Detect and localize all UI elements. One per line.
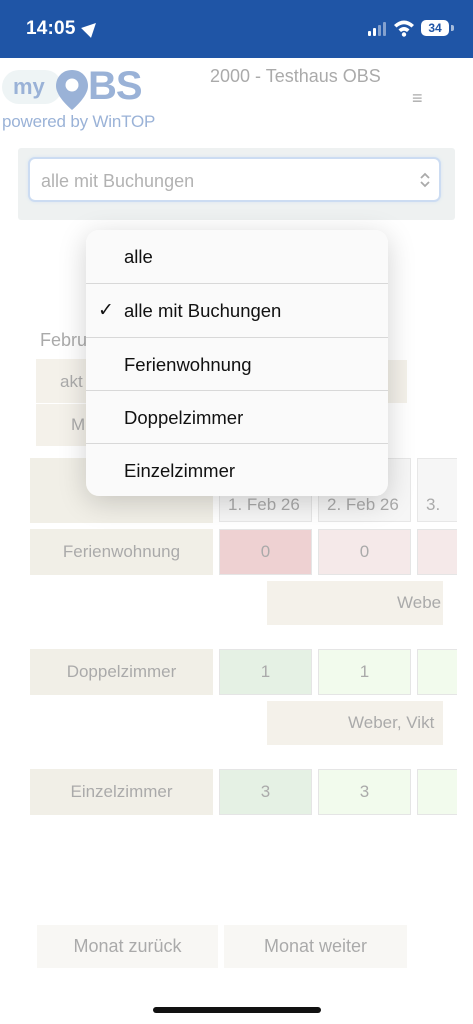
logo-subtitle: powered by WinTOP xyxy=(2,112,156,131)
date-label: 3. xyxy=(426,495,441,514)
clock: 14:05 xyxy=(26,18,76,39)
battery-icon: 34 xyxy=(421,20,449,36)
logo-bs-text: BS xyxy=(88,64,143,108)
logo-my-text: my xyxy=(13,74,45,99)
home-indicator[interactable] xyxy=(153,1007,321,1013)
checkmark-icon: ✓ xyxy=(98,300,114,321)
myobs-logo[interactable]: my BS powered by WinTOP xyxy=(0,64,160,132)
battery-nub xyxy=(451,25,454,31)
option-label: Ferienwohnung xyxy=(124,354,252,375)
booking-bar[interactable]: Weber, Vikt xyxy=(267,701,443,745)
dropdown-option-alle[interactable]: alle xyxy=(86,230,388,283)
next-month-button[interactable]: Monat weiter xyxy=(224,925,407,968)
availability-cell[interactable] xyxy=(417,769,457,815)
availability-cell[interactable]: 0 xyxy=(219,529,312,575)
option-label: alle mit Buchungen xyxy=(124,300,282,321)
date-label: 1. Feb 26 xyxy=(228,495,300,514)
month-button-label: M xyxy=(71,415,86,434)
option-label: alle xyxy=(124,246,153,267)
availability-cell[interactable]: 1 xyxy=(219,649,312,695)
room-filter-select[interactable]: alle mit Buchungen xyxy=(28,157,441,202)
select-chevron-icon xyxy=(420,172,430,188)
option-label: Doppelzimmer xyxy=(124,407,244,428)
availability-cell[interactable] xyxy=(417,529,457,575)
dropdown-option-doppelzimmer[interactable]: Doppelzimmer xyxy=(86,391,388,444)
date-header-cell: 3. xyxy=(417,458,457,522)
availability-cell[interactable]: 1 xyxy=(318,649,411,695)
wifi-icon xyxy=(394,20,414,37)
select-value: alle mit Buchungen xyxy=(41,171,195,191)
dropdown-option-einzelzimmer[interactable]: Einzelzimmer xyxy=(86,444,388,496)
hamburger-menu-icon[interactable]: ≡ xyxy=(412,88,423,109)
option-label: Einzelzimmer xyxy=(124,460,236,481)
availability-cell[interactable]: 0 xyxy=(318,529,411,575)
cellular-signal-icon xyxy=(368,22,388,36)
previous-month-button[interactable]: Monat zurück xyxy=(37,925,218,968)
filter-dropdown-menu: alle ✓ alle mit Buchungen Ferienwohnung … xyxy=(86,230,388,496)
dropdown-option-alle-mit-buchungen[interactable]: ✓ alle mit Buchungen xyxy=(86,284,388,337)
room-label-ferienwohnung[interactable]: Ferienwohnung xyxy=(30,529,213,575)
room-label-doppelzimmer[interactable]: Doppelzimmer xyxy=(30,649,213,695)
availability-cell[interactable]: 3 xyxy=(219,769,312,815)
availability-cell[interactable]: 3 xyxy=(318,769,411,815)
current-month-label: akt xyxy=(60,372,83,391)
month-label: Febru xyxy=(40,330,88,350)
hotel-title: 2000 - Testhaus OBS xyxy=(210,66,381,86)
date-label: 2. Feb 26 xyxy=(327,495,399,514)
location-arrow-icon xyxy=(81,18,101,38)
dropdown-option-ferienwohnung[interactable]: Ferienwohnung xyxy=(86,338,388,391)
availability-cell[interactable] xyxy=(417,649,457,695)
map-pin-icon xyxy=(56,70,88,110)
booking-bar[interactable]: Webe xyxy=(267,581,443,625)
status-bar: 14:05 34 xyxy=(0,0,473,58)
room-label-einzelzimmer[interactable]: Einzelzimmer xyxy=(30,769,213,815)
